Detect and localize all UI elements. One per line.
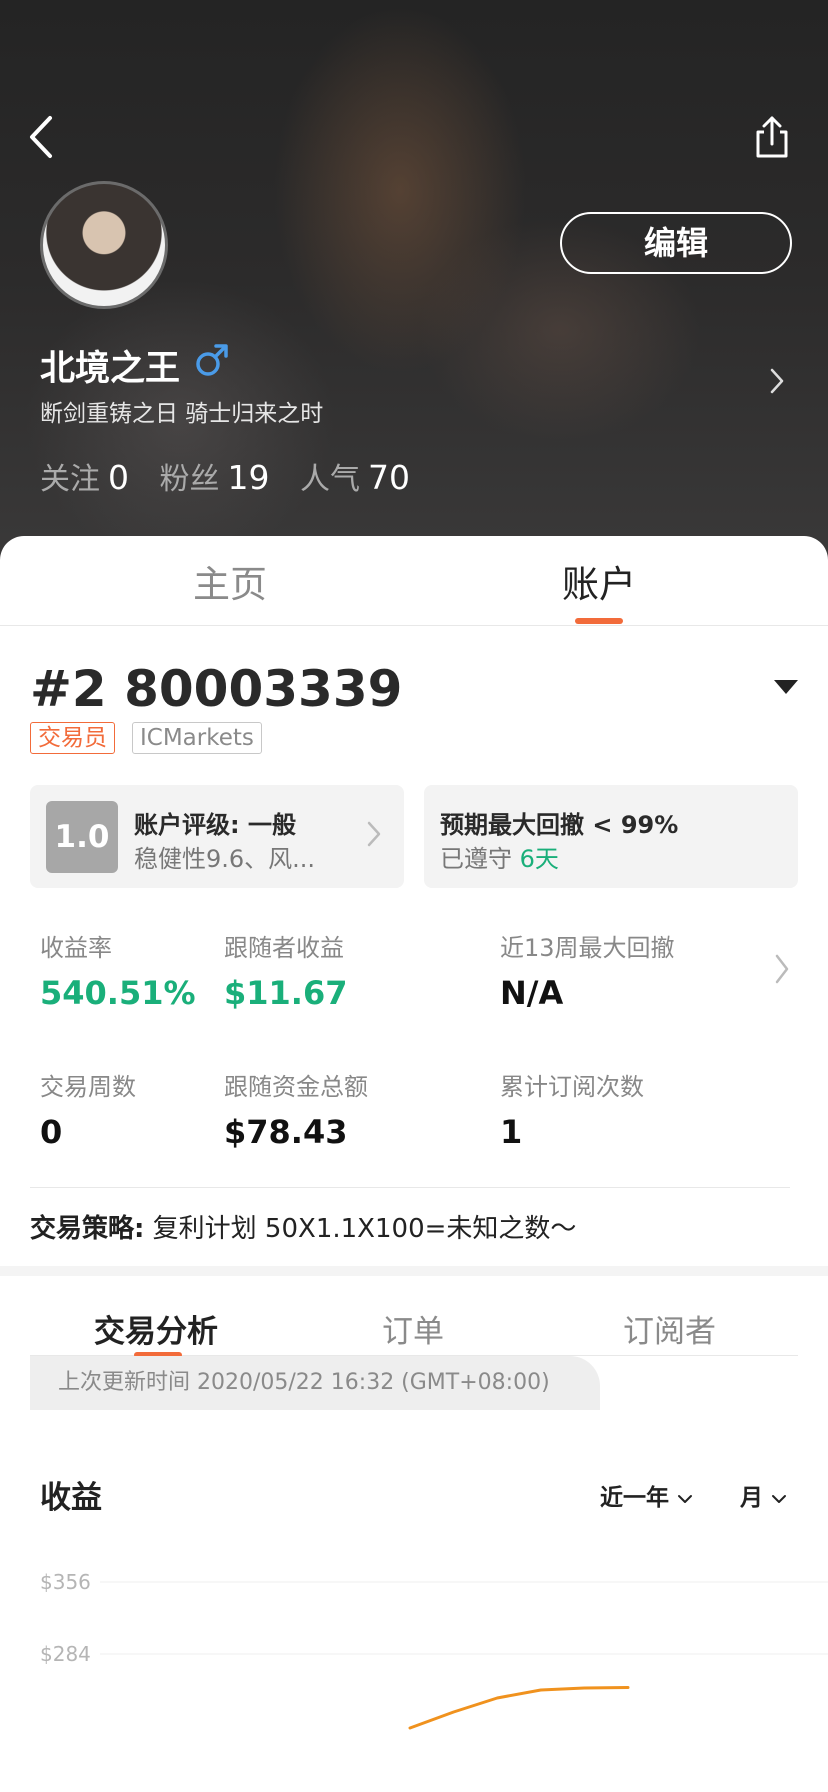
section-separator	[0, 1266, 828, 1276]
expected-drawdown-card: 预期最大回撤 < 99% 已遵守 6天	[424, 785, 798, 888]
drawdown-compliance-days: 6天	[519, 845, 559, 873]
y-tick-label: $356	[40, 1570, 91, 1594]
username: 北境之王	[40, 349, 181, 389]
back-arrow-icon[interactable]	[22, 112, 62, 162]
period-select-value: 近一年	[600, 1485, 669, 1511]
tab-orders[interactable]: 订单	[382, 1306, 444, 1351]
trading-weeks-value: 0	[40, 1113, 63, 1151]
profit-series-line	[408, 1686, 630, 1730]
chevron-right-icon[interactable]	[772, 952, 792, 986]
male-gender-icon	[196, 344, 228, 376]
main-tabs: 主页 账户	[0, 536, 828, 626]
stat-followers[interactable]: 粉丝 19	[160, 458, 290, 497]
max-drawdown-value: N/A	[500, 974, 564, 1012]
profile-bio: 断剑重铸之日 骑士归来之时	[40, 401, 324, 427]
caret-down-icon[interactable]	[773, 678, 799, 696]
follower-profit-value: $11.67	[224, 974, 348, 1012]
stat-value: 70	[368, 458, 410, 497]
trading-strategy: 交易策略: 复利计划 50X1.1X100=未知之数～	[30, 1208, 576, 1245]
subscription-count-value: 1	[500, 1113, 523, 1151]
subscription-count-label: 累计订阅次数	[500, 1073, 644, 1101]
return-rate-value: 540.51%	[40, 974, 196, 1012]
strategy-text: 复利计划 50X1.1X100=未知之数～	[152, 1214, 577, 1244]
share-icon[interactable]	[752, 112, 792, 162]
avatar[interactable]	[40, 181, 168, 309]
edit-profile-button[interactable]: 编辑	[560, 212, 792, 274]
stat-value: 0	[108, 458, 129, 497]
stat-label: 关注	[40, 462, 100, 497]
tab-home[interactable]: 主页	[193, 554, 267, 608]
strategy-label: 交易策略:	[30, 1214, 145, 1244]
stat-label: 粉丝	[159, 462, 220, 497]
follow-funds-label: 跟随资金总额	[224, 1073, 368, 1101]
chevron-down-icon	[772, 1494, 786, 1503]
content-sheet: 主页 账户 #2 80003339 交易员 ICMarkets 1.0 账户评级…	[0, 536, 828, 1792]
y-tick-label: $284	[40, 1642, 91, 1666]
analysis-tabs: 交易分析 订单 订阅者	[30, 1276, 798, 1358]
profile-stats: 关注 0 粉丝 19 人气 70	[40, 454, 430, 498]
max-drawdown-label: 近13周最大回撤	[500, 934, 675, 962]
stat-following[interactable]: 关注 0	[40, 458, 149, 497]
tab-account[interactable]: 账户	[562, 554, 636, 608]
chevron-down-icon	[678, 1494, 692, 1503]
stat-label: 人气	[300, 462, 360, 497]
drawdown-title: 预期最大回撤 < 99%	[440, 811, 679, 839]
last-update-time: 上次更新时间 2020/05/22 16:32 (GMT+08:00)	[30, 1356, 600, 1410]
unit-select[interactable]: 月	[740, 1478, 787, 1512]
broker-tag: ICMarkets	[132, 722, 262, 754]
account-rating-card[interactable]: 1.0 账户评级: 一般 稳健性9.6、风...	[30, 785, 404, 888]
active-tab-indicator	[575, 618, 623, 624]
rating-score-badge: 1.0	[46, 801, 118, 873]
period-select[interactable]: 近一年	[600, 1478, 693, 1512]
return-rate-label: 收益率	[40, 934, 112, 962]
stat-value: 19	[227, 458, 270, 497]
follower-profit-label: 跟随者收益	[224, 934, 344, 962]
chevron-right-icon	[367, 821, 381, 847]
tab-trade-analysis[interactable]: 交易分析	[94, 1306, 218, 1351]
profit-chart: $356 $284	[40, 1570, 828, 1730]
chart-title: 收益	[40, 1480, 102, 1516]
stat-popularity: 人气 70	[300, 458, 430, 497]
drawdown-compliance-label: 已遵守	[440, 845, 512, 873]
tab-subscribers[interactable]: 订阅者	[623, 1306, 716, 1351]
rating-subtitle: 稳健性9.6、风...	[134, 845, 316, 873]
account-title: #2 80003339	[30, 660, 403, 718]
follow-funds-value: $78.43	[224, 1113, 348, 1151]
unit-select-value: 月	[740, 1485, 763, 1511]
rating-title: 账户评级: 一般	[134, 811, 296, 839]
trader-tag: 交易员	[30, 722, 115, 754]
drawdown-subtitle: 已遵守 6天	[440, 839, 559, 874]
chevron-right-icon[interactable]	[766, 366, 788, 396]
trading-weeks-label: 交易周数	[40, 1073, 136, 1101]
profile-header: 编辑 北境之王 断剑重铸之日 骑士归来之时 关注 0 粉丝 19 人气 70	[0, 0, 828, 560]
divider	[30, 1187, 790, 1188]
